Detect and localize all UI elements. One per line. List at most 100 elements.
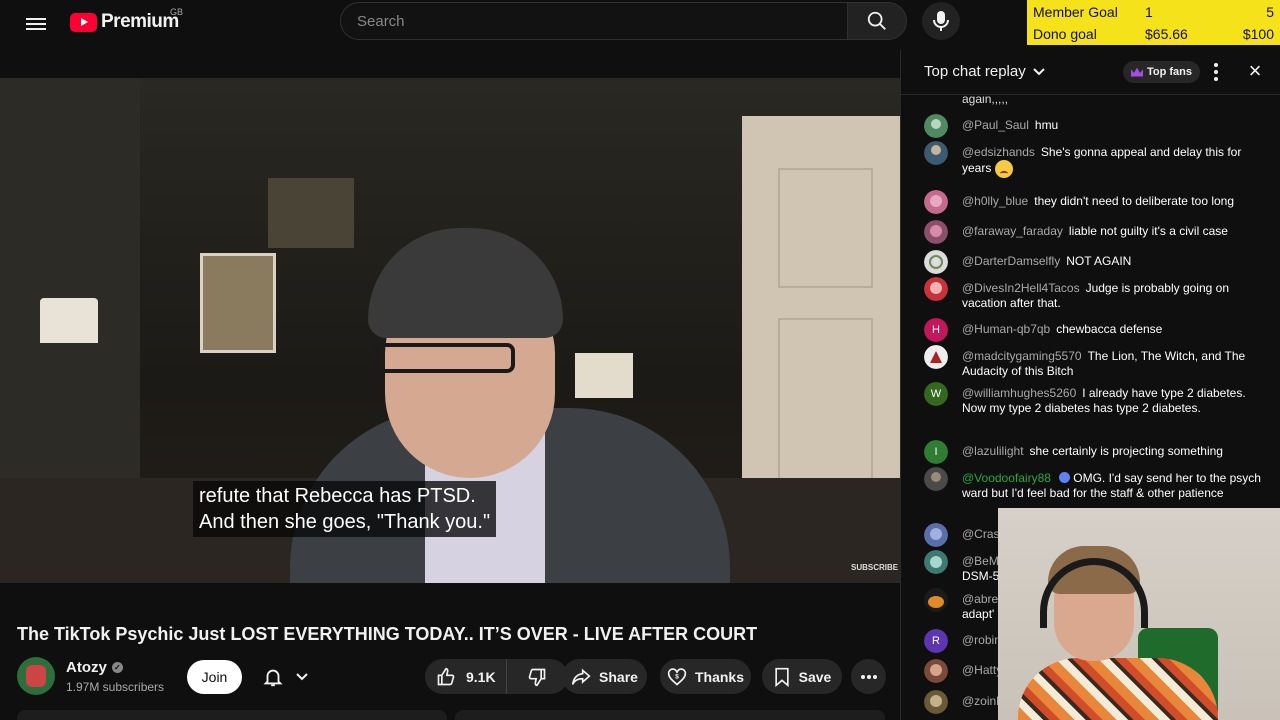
chat-title: Top chat replay	[924, 63, 1026, 80]
video-scene-door-panel	[778, 168, 873, 288]
share-icon	[571, 667, 591, 685]
voice-search-button[interactable]	[922, 2, 960, 40]
bell-icon	[262, 669, 283, 687]
avatar	[924, 114, 948, 138]
save-label: Save	[798, 668, 832, 685]
notification-bell-button[interactable]	[250, 660, 320, 694]
avatar	[924, 220, 948, 244]
dono-goal-row: Dono goal $65.66 $100	[1033, 23, 1274, 45]
chat-more-options-icon[interactable]	[1209, 62, 1223, 82]
partial-chat-message: again,,,,,	[962, 96, 1009, 106]
subtitle-line-2: And then she goes, "Thank you."	[199, 511, 491, 533]
sad-face-emoji-icon	[994, 160, 1013, 178]
youtube-play-icon	[70, 12, 97, 32]
top-fans-label: Top fans	[1147, 66, 1193, 78]
subtitle-line-1: refute that Rebecca has PTSD.	[199, 485, 476, 507]
avatar	[924, 588, 948, 612]
avatar	[924, 141, 948, 165]
chat-author[interactable]: @Paul_Saul	[962, 118, 1029, 132]
region-code: GB	[170, 7, 184, 17]
thanks-label: Thanks	[694, 668, 744, 685]
dislike-button[interactable]	[507, 659, 568, 694]
chat-author[interactable]: @DarterDamselfly	[962, 254, 1060, 268]
avatar	[924, 250, 948, 274]
channel-name-text: Atozy	[66, 659, 107, 676]
video-scene-picture	[200, 253, 276, 353]
like-button[interactable]: 9.1K	[425, 659, 507, 694]
avatar	[924, 550, 948, 574]
share-button[interactable]: Share	[562, 659, 647, 694]
dono-goal-target: $100	[1242, 26, 1274, 42]
close-icon[interactable]: ×	[1244, 60, 1266, 82]
avatar	[924, 659, 948, 683]
search-icon	[867, 11, 886, 30]
verified-icon: ✓	[111, 662, 123, 673]
search-input[interactable]: Search	[340, 2, 848, 40]
avatar: W	[924, 382, 948, 406]
chat-mode-dropdown[interactable]: Top chat replay	[924, 63, 1046, 80]
thanks-button[interactable]: $ Thanks	[660, 659, 751, 694]
chat-author[interactable]: @h0lly_blue	[962, 194, 1028, 208]
member-goal-target: 5	[1266, 4, 1274, 20]
save-button[interactable]: Save	[762, 659, 842, 694]
microphone-icon	[933, 11, 949, 31]
like-count: 9.1K	[466, 668, 496, 685]
chat-author[interactable]: @lazulilight	[962, 444, 1024, 458]
chat-text: liable not guilty it's a civil case	[1068, 224, 1228, 238]
chat-author[interactable]: @robin	[962, 633, 1001, 647]
chat-text: NOT AGAIN	[1066, 254, 1132, 268]
thumbs-up-icon	[437, 667, 455, 685]
avatar	[924, 190, 948, 214]
chat-author[interactable]: @faraway_faraday	[962, 224, 1063, 238]
avatar-initial: W	[924, 382, 948, 406]
avatar	[924, 277, 948, 301]
avatar	[924, 345, 948, 369]
chat-text: DSM-5	[962, 569, 1000, 583]
search-placeholder: Search	[357, 12, 405, 30]
subscribe-watermark[interactable]: SUBSCRIBE	[851, 563, 898, 572]
chat-author[interactable]: @Human-qb7qb	[962, 322, 1050, 336]
subscriber-count: 1.97M subscribers	[66, 680, 165, 694]
chat-author[interactable]: @DivesIn2Hell4Tacos	[962, 281, 1080, 295]
chat-author[interactable]: @BeM	[962, 554, 999, 568]
video-player[interactable]: refute that Rebecca has PTSD. And then s…	[0, 78, 900, 583]
more-horizontal-icon	[860, 674, 877, 679]
member-goal-label: Member Goal	[1033, 4, 1118, 20]
chat-author[interactable]: @williamhughes5260	[962, 386, 1076, 400]
webcam-shirt	[1018, 658, 1218, 720]
more-actions-button[interactable]	[851, 659, 886, 694]
top-fans-button[interactable]: Top fans	[1123, 61, 1201, 83]
video-scene-lamp-left	[40, 298, 98, 343]
like-dislike-group: 9.1K	[425, 659, 568, 694]
dono-goal-label: Dono goal	[1033, 26, 1097, 42]
crown-icon	[1131, 67, 1143, 77]
youtube-premium-logo[interactable]: Premium	[70, 11, 179, 33]
avatar-initial: H	[924, 318, 948, 342]
chat-author[interactable]: @Cras	[962, 527, 1000, 541]
chat-author-member[interactable]: @Voodoofairy88	[962, 471, 1051, 485]
stream-goals-overlay: Member Goal 1 5 Dono goal $65.66 $100	[1027, 0, 1280, 45]
streamer-webcam-overlay	[998, 508, 1280, 720]
chevron-down-icon	[295, 673, 308, 681]
search-button[interactable]	[847, 2, 907, 40]
chat-author[interactable]: @edsizhands	[962, 145, 1035, 159]
thanks-heart-icon: $	[667, 667, 687, 686]
avatar-initial: R	[924, 629, 948, 653]
chat-author[interactable]: @zoink	[962, 694, 1002, 708]
chat-author[interactable]: @madcitygaming5570	[962, 349, 1082, 363]
video-title: The TikTok Psychic Just LOST EVERYTHING …	[17, 624, 758, 644]
channel-name[interactable]: Atozy ✓	[66, 659, 123, 676]
join-button[interactable]: Join	[187, 660, 242, 694]
channel-avatar[interactable]	[17, 657, 55, 695]
menu-icon[interactable]	[24, 12, 48, 36]
chat-author[interactable]: @abre	[962, 592, 998, 606]
chat-text: she certainly is projecting something	[1029, 444, 1223, 458]
description-box-edge	[17, 710, 447, 720]
chat-header: Top chat replay Top fans ×	[901, 50, 1280, 95]
member-goal-current: 1	[1145, 4, 1153, 20]
app-root: Premium GB Search Member Goal 1 5 Dono g…	[0, 0, 1280, 720]
chat-author[interactable]: @Hatty	[962, 663, 1002, 677]
video-scene-painting	[268, 178, 354, 248]
presenter-beanie	[368, 228, 563, 338]
avatar	[924, 523, 948, 547]
